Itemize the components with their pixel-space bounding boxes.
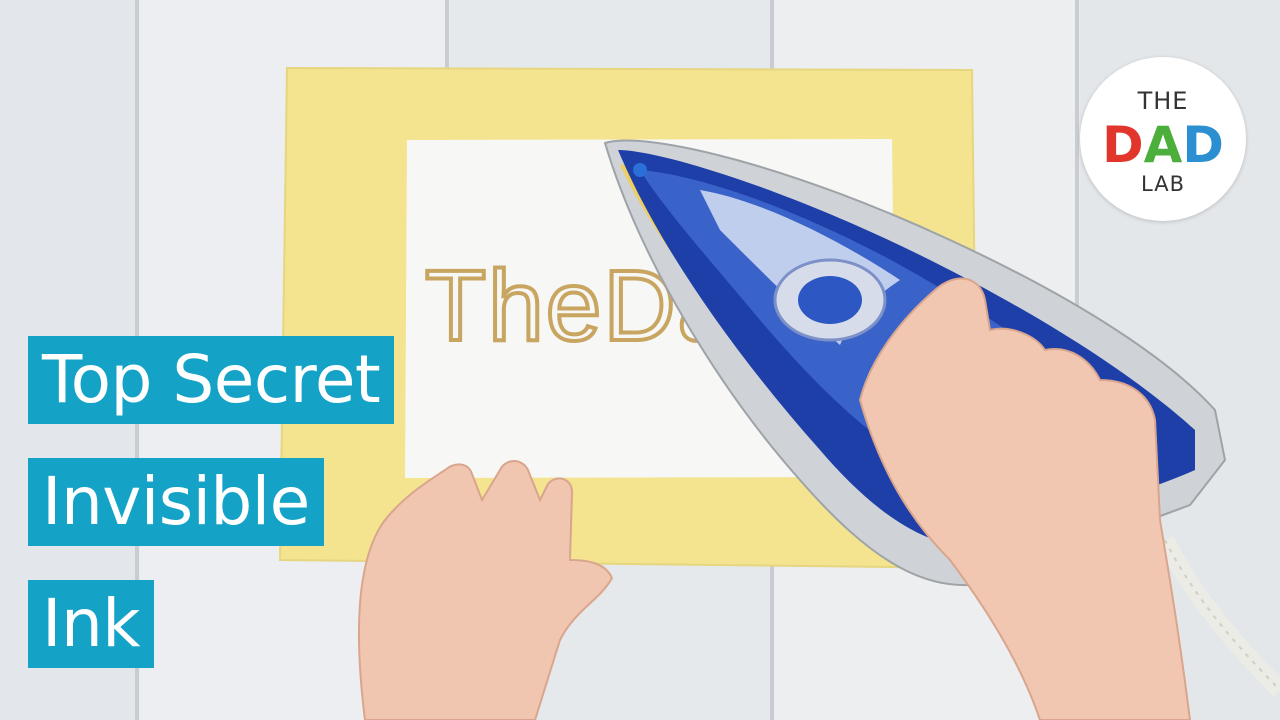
logo-bottom-text: LAB bbox=[1141, 172, 1185, 196]
logo-dad-text: DAD bbox=[1080, 117, 1246, 173]
logo-letter-a: A bbox=[1143, 116, 1183, 174]
title-line-3: Ink bbox=[28, 580, 155, 668]
logo-letter-d2: D bbox=[1182, 116, 1224, 174]
the-dad-lab-logo: THE DAD LAB bbox=[1080, 57, 1246, 221]
video-thumbnail: TheDa Top Secret Invisible Ink THE DAD L… bbox=[0, 0, 1280, 720]
title-line-1: Top Secret bbox=[28, 336, 395, 424]
logo-letter-d1: D bbox=[1102, 116, 1144, 174]
logo-top-text: THE bbox=[1137, 87, 1189, 115]
title-line-2: Invisible bbox=[28, 458, 324, 546]
